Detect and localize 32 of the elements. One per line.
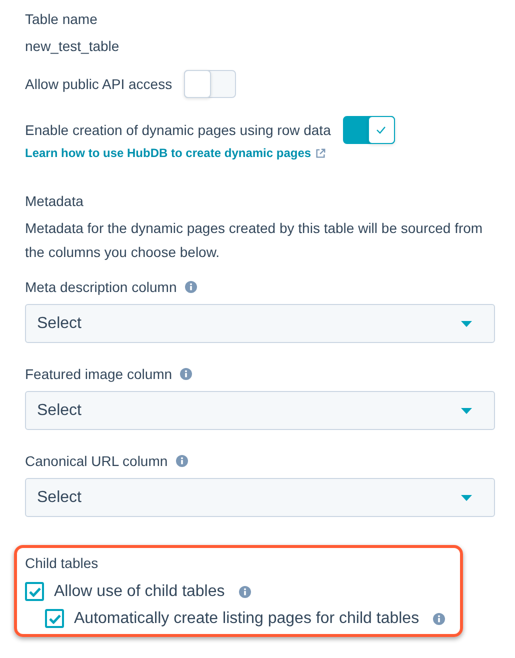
info-icon[interactable] — [184, 281, 197, 293]
check-icon — [48, 614, 60, 624]
checkbox[interactable] — [45, 609, 64, 628]
toggle-switch[interactable] — [184, 70, 236, 98]
select-dropdown[interactable]: Select — [25, 391, 495, 430]
external-link-icon — [315, 148, 326, 158]
section-description: Metadata for the dynamic pages created by this table will be sourced from the columns you choose below. — [25, 219, 484, 262]
field-label: Meta description column — [25, 278, 177, 296]
field-label: Canonical URL column — [25, 452, 168, 470]
info-icon[interactable] — [433, 612, 446, 624]
caret-icon — [461, 494, 472, 500]
check-icon — [28, 586, 40, 596]
section-title: Metadata — [25, 192, 84, 210]
check-icon — [376, 126, 386, 134]
caret-icon — [461, 320, 472, 326]
toggle-label: Enable creation of dynamic pages using row data — [25, 121, 331, 139]
field-label: Featured image column — [25, 365, 172, 383]
toggle-switch[interactable] — [342, 116, 395, 144]
section-title: Child tables — [25, 554, 100, 572]
caret-icon — [461, 408, 472, 414]
table-name-value: new_test_table — [25, 38, 120, 54]
field-label: Table name — [25, 10, 98, 28]
info-icon[interactable] — [176, 455, 188, 467]
select-dropdown[interactable]: Select — [25, 304, 495, 343]
toggle-label: Allow public API access — [25, 75, 172, 93]
select-dropdown[interactable]: Select — [25, 478, 495, 517]
checkbox[interactable] — [25, 582, 44, 601]
help-link[interactable]: Learn how to use HubDB to create dynamic pages — [25, 146, 326, 160]
info-icon[interactable] — [180, 368, 192, 380]
checkbox-label: Automatically create listing pages for child tables — [74, 610, 420, 628]
checkbox-label: Allow use of child tables — [54, 582, 225, 600]
info-icon[interactable] — [238, 586, 251, 598]
